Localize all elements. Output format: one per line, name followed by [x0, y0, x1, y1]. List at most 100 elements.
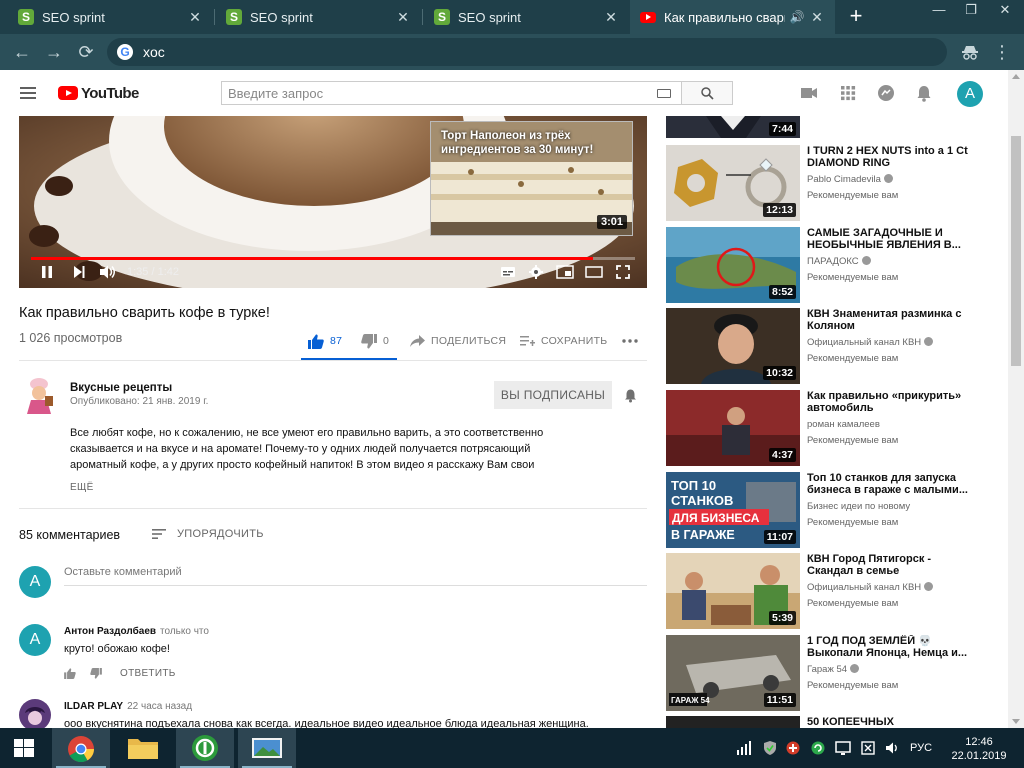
channel-avatar[interactable]	[21, 376, 57, 414]
messages-icon[interactable]	[876, 83, 896, 103]
user-avatar[interactable]: A	[957, 81, 983, 107]
reply-button[interactable]: ОТВЕТИТЬ	[120, 668, 176, 679]
notification-bell-icon[interactable]	[623, 388, 638, 403]
browser-tab-seo-sprint-3[interactable]: S SEO sprint ✕	[424, 0, 629, 34]
create-video-icon[interactable]	[799, 83, 819, 103]
video-thumbnail: ГАРАЖ 54 11:51	[666, 635, 800, 711]
more-actions-icon[interactable]	[622, 333, 638, 349]
incognito-icon[interactable]	[958, 40, 982, 64]
subtitles-icon[interactable]	[500, 265, 516, 279]
thumbs-up-icon	[308, 334, 324, 349]
scrollbar-thumb[interactable]	[1011, 136, 1021, 366]
like-button[interactable]: 87	[308, 333, 342, 349]
show-more-button[interactable]: ЕЩЁ	[70, 482, 94, 493]
volume-icon[interactable]	[99, 265, 117, 279]
notifications-bell-icon[interactable]	[914, 83, 934, 103]
next-video-icon[interactable]	[72, 265, 86, 279]
taskbar-chrome[interactable]	[52, 728, 110, 768]
recommended-label: Рекомендуемые вам	[807, 598, 899, 609]
forward-arrow-icon[interactable]: →	[42, 40, 66, 64]
search-button[interactable]	[681, 81, 733, 105]
back-arrow-icon[interactable]: ←	[10, 40, 34, 64]
sidebar-video[interactable]: 5:39 КВН Город Пятигорск - Скандал в сем…	[666, 553, 1001, 629]
comment-author[interactable]: Антон Раздолбаев только что	[64, 626, 209, 637]
settings-gear-icon[interactable]	[529, 265, 543, 279]
recommended-label: Рекомендуемые вам	[807, 272, 899, 283]
tab-audio-icon[interactable]: 🔊	[785, 10, 809, 24]
comment-author[interactable]: ILDAR PLAY 22 часа назад	[64, 701, 192, 712]
taskbar-app-green[interactable]	[176, 728, 234, 768]
channel-name[interactable]: Вкусные рецепты	[70, 382, 172, 394]
dislike-button[interactable]: 0	[361, 333, 389, 349]
video-duration: 10:32	[763, 366, 796, 380]
sidebar-video[interactable]: ТОП 10 СТАНКОВ ДЛЯ БИЗНЕСА В ГАРАЖЕ 11:0…	[666, 472, 1001, 548]
comment-dislike-icon[interactable]	[90, 668, 102, 679]
theater-mode-icon[interactable]	[585, 265, 603, 279]
video-progress-bar[interactable]	[31, 257, 635, 260]
reload-icon[interactable]: ⟳	[74, 40, 98, 64]
tray-display-icon[interactable]	[835, 740, 851, 756]
youtube-logo[interactable]: YouTube	[58, 85, 139, 102]
input-language[interactable]: РУС	[910, 742, 932, 754]
apps-grid-icon[interactable]	[838, 83, 858, 103]
network-signal-icon[interactable]	[736, 740, 752, 756]
start-button[interactable]	[0, 728, 48, 768]
video-title: КВН Знаменитая разминка с Коляном	[807, 308, 962, 332]
tray-app-icon[interactable]	[785, 740, 801, 756]
sidebar-video[interactable]: 10:32 КВН Знаменитая разминка с Коляном …	[666, 308, 1001, 384]
menu-kebab-icon[interactable]: ⋮	[990, 40, 1014, 64]
video-progress-fill	[31, 257, 593, 260]
tray-sync-icon[interactable]	[810, 740, 826, 756]
comment-avatar[interactable]: A	[19, 624, 51, 656]
browser-tab-seo-sprint-1[interactable]: S SEO sprint ✕	[8, 0, 213, 34]
browser-tab-seo-sprint-2[interactable]: S SEO sprint ✕	[216, 0, 421, 34]
video-description: Все любят кофе, но к сожалению, не все у…	[70, 427, 544, 471]
scroll-up-arrow-icon[interactable]	[1012, 74, 1020, 79]
sort-comments-button[interactable]: УПОРЯДОЧИТЬ	[152, 528, 264, 540]
subscribed-button[interactable]: ВЫ ПОДПИСАНЫ	[494, 381, 612, 409]
comment-count: 85 комментариев	[19, 528, 121, 542]
new-tab-button[interactable]: +	[845, 5, 867, 28]
fullscreen-icon[interactable]	[616, 265, 630, 279]
browser-tab-youtube-active[interactable]: Как правильно свари 🔊 ✕	[630, 0, 835, 34]
restore-icon[interactable]: ❐	[954, 0, 988, 22]
speaker-icon[interactable]	[884, 740, 900, 756]
sidebar-video[interactable]: 8:52 САМЫЕ ЗАГАДОЧНЫЕ И НЕОБЫЧНЫЕ ЯВЛЕНИ…	[666, 227, 1001, 303]
sidebar-video-partial[interactable]: 7:44	[666, 116, 1001, 138]
pause-icon[interactable]	[40, 265, 54, 279]
taskbar-file-explorer[interactable]	[114, 728, 172, 768]
video-duration: 4:37	[768, 448, 796, 462]
minimize-icon[interactable]: —	[922, 0, 956, 22]
sidebar-video[interactable]: ГАРАЖ 54 11:51 1 ГОД ПОД ЗЕМЛЁЙ 💀 Выкопа…	[666, 635, 1001, 711]
miniplayer-icon[interactable]	[556, 265, 574, 279]
tab-close-icon[interactable]: ✕	[395, 9, 411, 26]
thumbs-down-icon	[361, 333, 377, 348]
taskbar-photo-app[interactable]	[238, 728, 296, 768]
tab-close-icon[interactable]: ✕	[809, 9, 825, 26]
tab-close-icon[interactable]: ✕	[603, 9, 619, 26]
video-title: Как правильно «прикурить» автомобиль	[807, 390, 962, 414]
page-scrollbar[interactable]	[1008, 70, 1024, 728]
sidebar-video[interactable]: 4:37 Как правильно «прикурить» автомобил…	[666, 390, 1001, 466]
close-window-icon[interactable]: ✕	[988, 0, 1022, 22]
keyboard-icon[interactable]	[657, 89, 671, 98]
endscreen-suggested-video[interactable]: Торт Наполеон из трёх ингредиентов за 30…	[430, 121, 633, 236]
tab-close-icon[interactable]: ✕	[187, 9, 203, 26]
comment-input[interactable]: Оставьте комментарий	[64, 566, 647, 586]
hamburger-menu-icon[interactable]	[20, 86, 36, 100]
scroll-down-arrow-icon[interactable]	[1012, 719, 1020, 724]
system-clock[interactable]: 12:46 22.01.2019	[944, 735, 1014, 763]
sidebar-video-partial[interactable]: 50 КОПЕЕЧНЫХ	[666, 716, 1001, 728]
sort-icon	[152, 529, 166, 539]
comment-avatar-ildar[interactable]	[19, 699, 51, 731]
sidebar-video[interactable]: 12:13 I TURN 2 HEX NUTS into a 1 Ct DIAM…	[666, 145, 1001, 221]
address-bar[interactable]: G xoc	[107, 38, 947, 66]
comment-like-icon[interactable]	[64, 668, 76, 679]
security-shield-icon[interactable]	[762, 740, 778, 756]
search-input[interactable]: Введите запрос	[221, 81, 681, 105]
tab-title: SEO sprint	[250, 9, 313, 25]
share-button[interactable]: ПОДЕЛИТЬСЯ	[410, 333, 506, 349]
tray-flag-icon[interactable]	[860, 740, 876, 756]
recommended-label: Рекомендуемые вам	[807, 190, 899, 201]
save-button[interactable]: СОХРАНИТЬ	[520, 333, 608, 349]
